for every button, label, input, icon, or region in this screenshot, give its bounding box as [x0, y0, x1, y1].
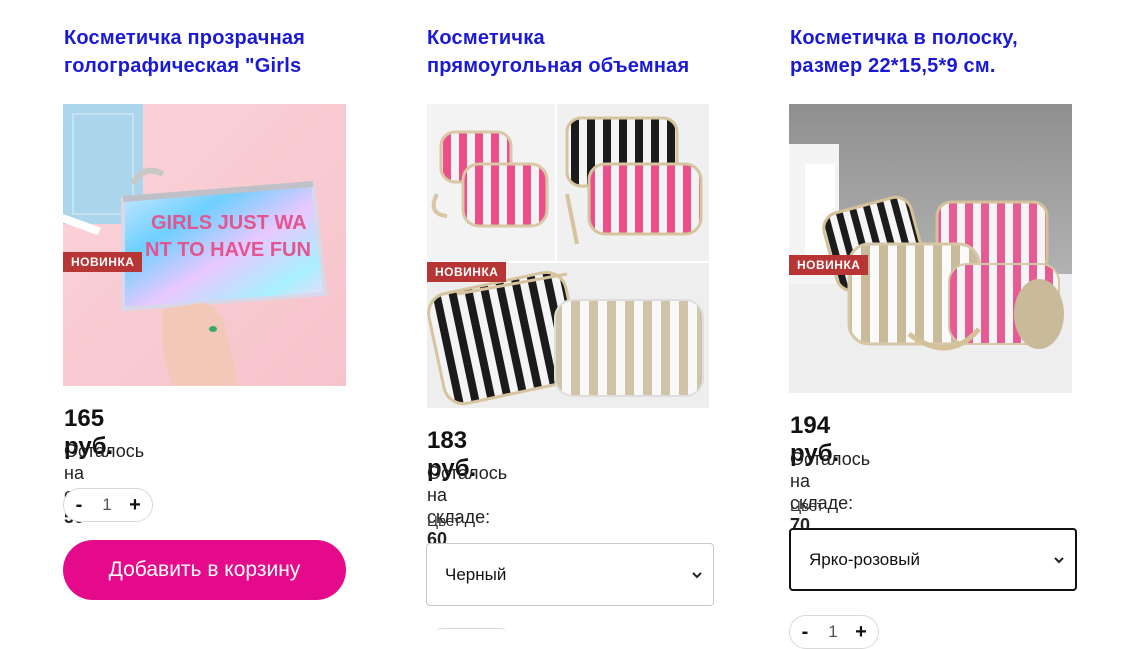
- color-select-value[interactable]: Черный: [445, 565, 506, 585]
- color-select[interactable]: Черный: [426, 543, 714, 606]
- product-image[interactable]: НОВИНКА: [427, 104, 709, 408]
- holographic-bag-photo: GIRLS JUST WA NT TO HAVE FUN: [63, 104, 346, 386]
- color-select[interactable]: Ярко-розовый: [789, 528, 1077, 591]
- qty-value[interactable]: 1: [820, 622, 846, 642]
- product-title-line[interactable]: голографическая "Girls: [64, 52, 354, 80]
- color-label: Цвет: [427, 513, 461, 530]
- chevron-down-icon[interactable]: [1053, 554, 1065, 566]
- quantity-stepper[interactable]: - 1 +: [63, 488, 153, 522]
- qty-minus-button[interactable]: -: [790, 621, 820, 644]
- product-title-line[interactable]: прямоугольная объемная: [427, 52, 727, 80]
- product-title[interactable]: Косметичка прозрачная голографическая "G…: [64, 24, 354, 80]
- stock-info: Осталось на складе: 70: [790, 448, 870, 536]
- product-title[interactable]: Косметичка в полоску, размер 22*15,5*9 с…: [790, 24, 1090, 80]
- qty-value[interactable]: 1: [94, 495, 120, 515]
- product-title-line[interactable]: размер 22*15,5*9 см.: [790, 52, 1090, 80]
- product-title-line[interactable]: Косметичка: [427, 24, 727, 52]
- qty-plus-button[interactable]: +: [120, 494, 150, 517]
- product-image[interactable]: НОВИНКА: [789, 104, 1072, 393]
- product-image[interactable]: GIRLS JUST WA NT TO HAVE FUN НОВИНКА: [63, 104, 346, 386]
- product-title-line[interactable]: Косметичка прозрачная: [64, 24, 354, 52]
- quantity-stepper[interactable]: - 1 +: [789, 615, 879, 649]
- striped-bags-photo: [789, 104, 1072, 393]
- bag-print-text: NT TO HAVE FUN: [145, 239, 311, 261]
- product-title-line[interactable]: Косметичка в полоску,: [790, 24, 1090, 52]
- color-label: Цвет: [790, 498, 824, 515]
- qty-plus-button[interactable]: +: [846, 621, 876, 644]
- new-badge: НОВИНКА: [789, 255, 869, 275]
- product-title[interactable]: Косметичка прямоугольная объемная: [427, 24, 727, 80]
- new-badge: НОВИНКА: [63, 252, 143, 272]
- qty-minus-button[interactable]: -: [64, 494, 94, 517]
- add-to-cart-button[interactable]: Добавить в корзину: [63, 540, 346, 600]
- bag-print-text: GIRLS JUST WA: [151, 212, 307, 234]
- striped-bags-collage-photo: [427, 104, 709, 408]
- stock-info: Осталось на складе: 60: [427, 462, 507, 550]
- quantity-stepper-partial[interactable]: [436, 628, 506, 633]
- chevron-down-icon[interactable]: [691, 569, 703, 581]
- color-select-value[interactable]: Ярко-розовый: [809, 550, 920, 570]
- new-badge: НОВИНКА: [427, 262, 507, 282]
